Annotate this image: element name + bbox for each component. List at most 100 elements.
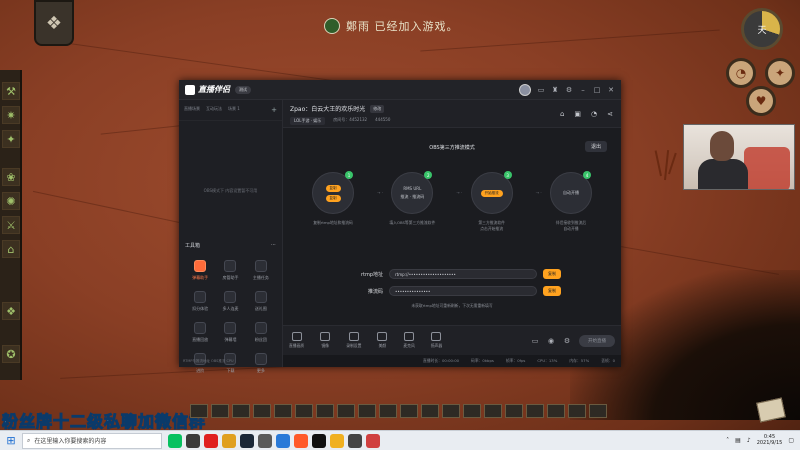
gift-badge-icon[interactable]: ❖: [34, 0, 74, 46]
eye-icon[interactable]: ◉: [547, 337, 555, 345]
app-icon[interactable]: [312, 433, 326, 448]
shirt-icon[interactable]: ♜: [551, 86, 559, 94]
netease-icon[interactable]: [204, 433, 218, 448]
magic-tab-icon[interactable]: ✪: [2, 345, 20, 363]
inventory-slot[interactable]: [232, 404, 250, 418]
inventory-slot[interactable]: [337, 404, 355, 418]
food-tab-icon[interactable]: ❀: [2, 168, 20, 186]
inventory-slot[interactable]: [568, 404, 586, 418]
taskbar-clock[interactable]: 0:45 2021/9/15: [757, 434, 783, 446]
webcam-overlay: [683, 124, 795, 190]
app-icon[interactable]: [348, 433, 362, 448]
tool-item[interactable]: 送礼图: [246, 291, 276, 312]
version-badge[interactable]: 测试: [235, 85, 251, 94]
tab-scene-1[interactable]: 场景 1: [228, 106, 240, 114]
stream-key-input[interactable]: •••••••••••••••: [389, 286, 537, 296]
room-category[interactable]: LOL手游 · 娱乐: [290, 117, 326, 125]
rtmp-input[interactable]: rtmp://••••••••••••••••••••: [389, 269, 537, 279]
inventory-slot[interactable]: [211, 404, 229, 418]
tool-item[interactable]: 扣分体验: [185, 291, 215, 312]
steam-icon[interactable]: [240, 433, 254, 448]
tool-item[interactable]: 主播任务: [246, 260, 276, 281]
start-live-button[interactable]: 开始直播: [579, 334, 615, 347]
inventory-slot[interactable]: [463, 404, 481, 418]
tool-icon: [254, 322, 267, 334]
fight-tab-icon[interactable]: ⚔: [2, 216, 20, 234]
gift-icon[interactable]: ⌂: [560, 110, 564, 118]
beauty-icon: [377, 332, 388, 341]
app-icon[interactable]: [276, 433, 290, 448]
inventory-slot[interactable]: [400, 404, 418, 418]
science-tab-icon[interactable]: ✺: [2, 192, 20, 210]
tool-item[interactable]: 多人连麦: [215, 291, 245, 312]
light-tab-icon[interactable]: ✷: [2, 106, 20, 124]
taskview-icon[interactable]: [186, 433, 200, 448]
inventory-slot[interactable]: [442, 404, 460, 418]
speaker-button[interactable]: 扬声器: [431, 332, 442, 349]
tool-item[interactable]: 粉丝团: [246, 322, 276, 343]
tab-interaction[interactable]: 互动玩法: [206, 106, 222, 114]
share-icon[interactable]: ⋖: [607, 110, 613, 118]
quality-button[interactable]: 直播画质: [289, 332, 304, 349]
inventory-slot[interactable]: [253, 404, 271, 418]
inventory-slot[interactable]: [589, 404, 607, 418]
dont-starve-icon[interactable]: [258, 433, 272, 448]
tool-item[interactable]: 房管助手: [215, 260, 245, 281]
minimize-icon[interactable]: –: [579, 86, 587, 94]
step-button[interactable]: 复制: [325, 184, 341, 192]
chevron-up-icon[interactable]: ˄: [726, 437, 729, 444]
structures-tab-icon[interactable]: ⌂: [2, 240, 20, 258]
copy-key-button[interactable]: 复制: [543, 286, 561, 296]
network-icon[interactable]: ▤: [735, 437, 741, 444]
windows-start-icon[interactable]: ⊞: [0, 431, 22, 450]
mic-button[interactable]: 麦克风: [403, 332, 415, 349]
more-icon[interactable]: ⋯: [271, 242, 276, 249]
refine-tab-icon[interactable]: ❖: [2, 302, 20, 320]
settings-icon[interactable]: ⚙: [565, 86, 573, 94]
video-icon[interactable]: ▭: [531, 337, 539, 345]
app-icon[interactable]: [366, 433, 380, 448]
tool-label: 扣分体验: [192, 306, 209, 311]
close-icon[interactable]: ✕: [607, 86, 615, 94]
survival-tab-icon[interactable]: ✦: [2, 130, 20, 148]
maximize-icon[interactable]: □: [593, 86, 601, 94]
tools-tab-icon[interactable]: ⚒: [2, 82, 20, 100]
inventory-slot[interactable]: [316, 404, 334, 418]
edit-room-button[interactable]: 修改: [370, 104, 385, 113]
beauty-button[interactable]: 美颜: [377, 332, 388, 349]
add-scene-icon[interactable]: +: [271, 106, 277, 114]
bell-icon[interactable]: ◔: [591, 110, 597, 118]
notification-icon[interactable]: ▢: [788, 437, 794, 444]
tab-scene[interactable]: 直播场景: [184, 106, 200, 114]
inventory-slot[interactable]: [421, 404, 439, 418]
inventory-slot[interactable]: [358, 404, 376, 418]
tool-item[interactable]: 直播回放: [185, 322, 215, 343]
inventory-slot[interactable]: [547, 404, 565, 418]
inventory-slot[interactable]: [526, 404, 544, 418]
inventory-slot[interactable]: [484, 404, 502, 418]
app-icon[interactable]: [330, 433, 344, 448]
mirror-button[interactable]: 镜像: [320, 332, 331, 349]
obs-step: 4 自动开播 伴侣接收到推流后 自动开播: [539, 171, 603, 232]
tool-item[interactable]: 弹幕助手: [185, 260, 215, 281]
step-button[interactable]: 复制: [325, 194, 341, 202]
app-icon[interactable]: [222, 433, 236, 448]
message-icon[interactable]: ▭: [537, 86, 545, 94]
avatar[interactable]: [519, 83, 531, 96]
live-companion-app-icon[interactable]: [294, 433, 308, 448]
wechat-icon[interactable]: [168, 433, 182, 448]
tool-item[interactable]: 弹幕墙: [215, 322, 245, 343]
inventory-slot[interactable]: [295, 404, 313, 418]
exit-obs-button[interactable]: 退出: [584, 141, 607, 152]
inventory-slot[interactable]: [190, 404, 208, 418]
gear-icon[interactable]: ⚙: [563, 337, 571, 345]
inventory-slot[interactable]: [505, 404, 523, 418]
volume-icon[interactable]: ♪: [747, 437, 751, 444]
record-button[interactable]: 录制设置: [346, 332, 361, 349]
inventory-slot[interactable]: [379, 404, 397, 418]
bag-icon[interactable]: ▣: [574, 110, 581, 118]
copy-rtmp-button[interactable]: 复制: [543, 269, 561, 279]
inventory-slot[interactable]: [274, 404, 292, 418]
taskbar-search[interactable]: ⌕ 在这里输入你要搜索的内容: [22, 432, 162, 449]
step-button[interactable]: 开始推流: [480, 189, 503, 197]
